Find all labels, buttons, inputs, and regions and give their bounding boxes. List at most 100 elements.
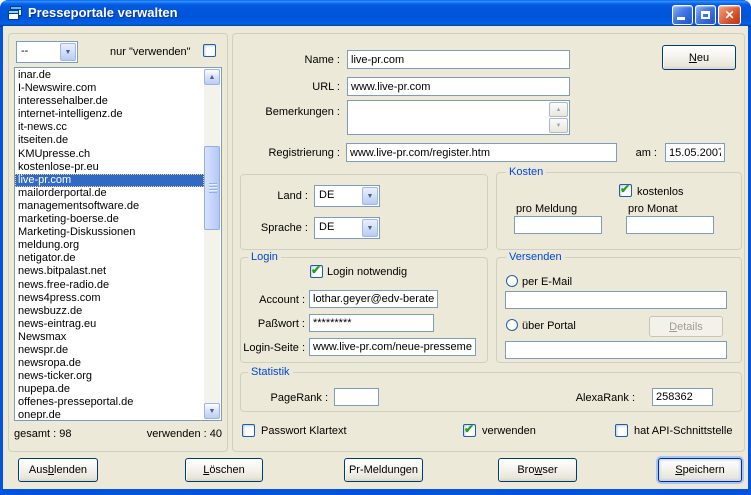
list-item[interactable]: meldung.org	[15, 239, 204, 252]
list-item[interactable]: newsbuzz.de	[15, 305, 204, 318]
portal-listbox: inar.deI-Newswire.cominteressehalber.dei…	[15, 69, 204, 420]
list-item[interactable]: Marketing-Diskussionen	[15, 226, 204, 239]
list-item[interactable]: live-pr.com	[15, 174, 204, 187]
scrollbar-grip	[209, 183, 217, 193]
neu-button[interactable]: Neu	[662, 45, 736, 70]
account-label: Account :	[230, 294, 305, 306]
pr-meldungen-button[interactable]: Pr-Meldungen	[344, 458, 423, 482]
land-dropdown[interactable]: DE ▼	[314, 185, 380, 207]
list-item[interactable]: onepr.de	[15, 409, 204, 420]
filter-dropdown-button[interactable]: ▼	[60, 43, 76, 61]
kosten-group-title: Kosten	[506, 166, 546, 178]
list-item[interactable]: news.bitpalast.net	[15, 265, 204, 278]
sprache-dropdown[interactable]: DE ▼	[314, 217, 380, 239]
list-item[interactable]: I-Newswire.com	[15, 82, 204, 95]
url-input[interactable]	[347, 77, 570, 96]
scroll-up-icon: ▲	[209, 74, 216, 81]
list-item[interactable]: netigator.de	[15, 252, 204, 265]
list-item[interactable]: news4press.com	[15, 292, 204, 305]
login-group-title: Login	[248, 251, 281, 263]
pro-meldung-input[interactable]	[514, 216, 602, 234]
details-label-post: etails	[677, 321, 703, 333]
alexarank-label: AlexaRank :	[560, 392, 635, 404]
spinner-up-icon: ▲	[556, 107, 562, 113]
verwenden-label: verwenden	[482, 425, 536, 437]
list-item[interactable]: KMUpresse.ch	[15, 148, 204, 161]
maximize-button[interactable]	[695, 5, 716, 25]
land-dropdown-button[interactable]: ▼	[362, 187, 378, 205]
ueber-portal-radio[interactable]	[506, 319, 518, 331]
passwort-klartext-checkbox[interactable]: ✔	[242, 424, 255, 437]
scroll-down-button[interactable]: ▼	[204, 403, 220, 419]
portal-input[interactable]	[505, 341, 727, 359]
kostenlos-label: kostenlos	[637, 186, 683, 198]
close-button[interactable]: ✕	[718, 5, 741, 25]
list-item[interactable]: inar.de	[15, 69, 204, 82]
browser-label: Bro	[517, 464, 534, 476]
scroll-up-button[interactable]: ▲	[204, 69, 220, 85]
land-dropdown-value: DE	[319, 189, 334, 201]
minimize-button[interactable]	[672, 5, 693, 25]
list-item[interactable]: marketing-boerse.de	[15, 213, 204, 226]
pagerank-input[interactable]	[334, 388, 379, 406]
ausblenden-button[interactable]: Ausblenden	[18, 458, 98, 482]
per-email-radio[interactable]	[506, 275, 518, 287]
sprache-dropdown-value: DE	[319, 221, 334, 233]
list-item[interactable]: itseiten.de	[15, 134, 204, 147]
speichern-button[interactable]: Speichern	[658, 458, 742, 482]
per-email-label: per E-Mail	[522, 276, 572, 288]
login-notwendig-checkbox[interactable]: ✔	[310, 265, 323, 278]
email-input[interactable]	[505, 291, 727, 309]
list-item[interactable]: internet-intelligenz.de	[15, 108, 204, 121]
passwort-klartext-label: Passwort Klartext	[261, 425, 347, 437]
alexarank-input[interactable]	[652, 388, 713, 406]
pro-monat-input[interactable]	[626, 216, 714, 234]
list-item[interactable]: mailorderportal.de	[15, 187, 204, 200]
list-item[interactable]: offenes-presseportal.de	[15, 396, 204, 409]
filter-dropdown-value: --	[21, 45, 28, 57]
passwort-input[interactable]	[309, 314, 434, 332]
filter-dropdown[interactable]: -- ▼	[16, 41, 78, 63]
verwenden-checkbox[interactable]: ✔	[463, 424, 476, 437]
name-label: Name :	[240, 54, 340, 66]
list-item[interactable]: managementsoftware.de	[15, 200, 204, 213]
login-seite-input[interactable]	[309, 338, 476, 356]
list-item[interactable]: nupepa.de	[15, 383, 204, 396]
check-icon: ✔	[620, 182, 630, 196]
kostenlos-checkbox[interactable]: ✔	[619, 184, 632, 197]
login-notwendig-label: Login notwendig	[327, 266, 407, 278]
portal-list[interactable]: inar.deI-Newswire.cominteressehalber.dei…	[14, 67, 222, 421]
registrierung-input[interactable]	[346, 143, 617, 162]
land-label: Land :	[248, 190, 308, 202]
list-item[interactable]: newspr.de	[15, 344, 204, 357]
list-item[interactable]: newsropa.de	[15, 357, 204, 370]
close-icon: ✕	[724, 8, 734, 22]
scroll-down-spinner[interactable]: ▼	[549, 118, 568, 133]
chevron-down-icon: ▼	[367, 225, 374, 232]
list-item[interactable]: it-news.cc	[15, 121, 204, 134]
list-item[interactable]: interessehalber.de	[15, 95, 204, 108]
passwort-label: Paßwort :	[230, 318, 305, 330]
list-item[interactable]: Newsmax	[15, 331, 204, 344]
list-item[interactable]: news-eintrag.eu	[15, 318, 204, 331]
pagerank-label: PageRank :	[250, 392, 328, 404]
name-input[interactable]	[347, 50, 570, 69]
details-button[interactable]: Details	[649, 316, 723, 337]
scrollbar-thumb[interactable]	[204, 146, 220, 230]
sprache-dropdown-button[interactable]: ▼	[362, 219, 378, 237]
browser-button[interactable]: Browser	[498, 458, 577, 482]
list-item[interactable]: news.free-radio.de	[15, 279, 204, 292]
scroll-up-spinner[interactable]: ▲	[549, 102, 568, 117]
list-item[interactable]: news-ticker.org	[15, 370, 204, 383]
ausblenden-label-post: lenden	[54, 464, 87, 476]
loeschen-button[interactable]: Löschen	[185, 458, 263, 482]
list-item[interactable]: kostenlose-pr.eu	[15, 161, 204, 174]
only-use-checkbox[interactable]: ✔	[203, 44, 216, 57]
list-scrollbar[interactable]: ▲ ▼	[204, 69, 220, 419]
account-input[interactable]	[309, 290, 438, 308]
api-checkbox[interactable]: ✔	[615, 424, 628, 437]
statistik-group-title: Statistik	[248, 366, 293, 378]
bemerkungen-textarea[interactable]	[347, 100, 570, 135]
details-label-mnemonic: D	[669, 321, 677, 333]
am-date-input[interactable]	[665, 143, 725, 162]
